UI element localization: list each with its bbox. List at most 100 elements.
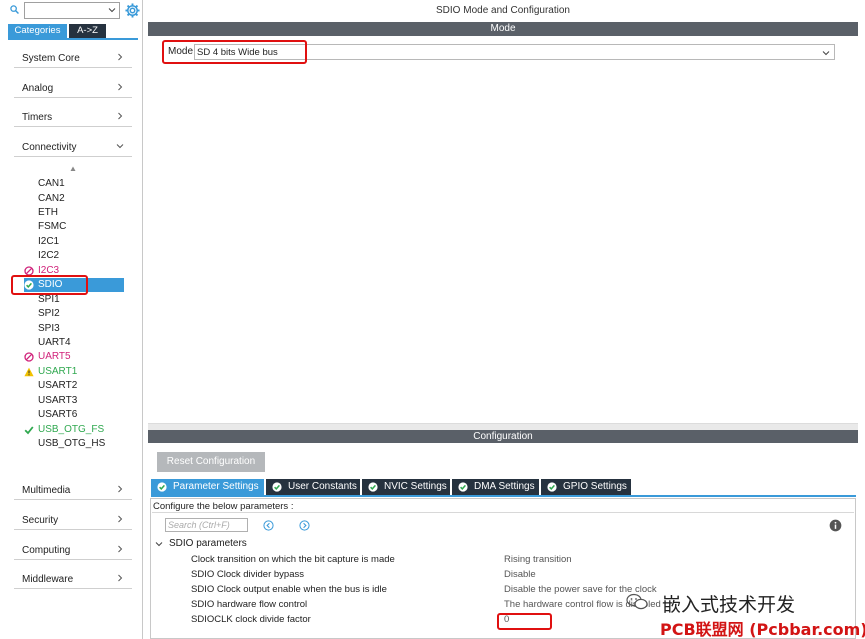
tab-label: NVIC Settings	[384, 481, 447, 492]
highlight-sdio	[11, 275, 88, 295]
highlight-divide-factor	[497, 613, 552, 630]
peripheral-label: USB_OTG_HS	[38, 438, 106, 449]
peripheral-label: CAN2	[38, 193, 65, 204]
config-hint: Configure the below parameters :	[152, 500, 854, 513]
page-title: SDIO Mode and Configuration	[148, 0, 858, 22]
chevron-right-icon	[118, 545, 123, 553]
category-label: Computing	[22, 545, 71, 556]
peripheral-label: I2C1	[38, 236, 60, 247]
previous-icon[interactable]	[263, 520, 274, 531]
mode-area: Mode SD 4 bits Wide bus	[148, 36, 858, 424]
watermark: 嵌入式技术开发 PCB联盟网 (Pcbbar.com)	[626, 588, 865, 639]
left-panel: Categories A->Z System Core Analog Timer…	[0, 0, 143, 639]
category-label: Connectivity	[22, 142, 77, 153]
category-label: Timers	[22, 112, 53, 123]
search-icon	[10, 5, 19, 14]
configuration-header: Configuration	[148, 430, 858, 443]
peripheral-label: SPI1	[38, 294, 60, 305]
category-system-core[interactable]: System Core	[14, 48, 132, 68]
tab-label: Parameter Settings	[173, 481, 259, 492]
category-label: Multimedia	[22, 485, 71, 496]
reset-configuration-button[interactable]: Reset Configuration	[157, 452, 265, 472]
mode-header: Mode	[148, 22, 858, 36]
right-panel: SDIO Mode and Configuration Mode Mode SD…	[148, 0, 858, 639]
parameter-name: SDIOCLK clock divide factor	[191, 614, 311, 625]
category-multimedia[interactable]: Multimedia	[14, 480, 132, 500]
tab-user-constants[interactable]: User Constants	[266, 479, 360, 495]
parameter-value[interactable]: Rising transition	[504, 554, 662, 565]
category-label: Analog	[22, 83, 54, 94]
category-middleware[interactable]: Middleware	[14, 569, 132, 589]
peripheral-label: FSMC	[38, 221, 67, 232]
tab-underline	[151, 495, 856, 497]
chevron-right-icon	[118, 53, 123, 61]
parameter-name: SDIO Clock divider bypass	[191, 569, 304, 580]
category-connectivity[interactable]: Connectivity	[14, 137, 132, 157]
tab-nvic-settings[interactable]: NVIC Settings	[362, 479, 450, 495]
watermark-line1: 嵌入式技术开发	[662, 594, 796, 616]
category-label: Middleware	[22, 574, 74, 585]
app-window: Categories A->Z System Core Analog Timer…	[0, 0, 865, 639]
check-circle-icon	[458, 482, 468, 492]
chevron-down-icon[interactable]	[822, 49, 830, 57]
tab-a-to-z[interactable]: A->Z	[69, 24, 106, 38]
peripheral-label: USART2	[38, 380, 78, 391]
chevron-right-icon	[118, 574, 123, 582]
search-placeholder: Search (Ctrl+F)	[168, 520, 230, 530]
tab-label: GPIO Settings	[563, 481, 627, 492]
chevron-down-icon	[116, 144, 124, 149]
peripheral-label: UART4	[38, 337, 71, 348]
tab-label: User Constants	[288, 481, 357, 492]
category-label: System Core	[22, 53, 80, 64]
category-label: Security	[22, 515, 59, 526]
chevron-down-icon[interactable]	[108, 6, 116, 14]
peripheral-label: SPI2	[38, 308, 60, 319]
category-timers[interactable]: Timers	[14, 107, 132, 127]
chevron-right-icon	[118, 485, 123, 493]
highlight-mode	[162, 40, 307, 64]
chevron-down-icon[interactable]	[155, 540, 163, 548]
check-circle-icon	[272, 482, 282, 492]
peripheral-label: I2C2	[38, 250, 60, 261]
tab-gpio-settings[interactable]: GPIO Settings	[541, 479, 631, 495]
table-row[interactable]: Clock transition on which the bit captur…	[151, 554, 855, 569]
chevron-right-icon	[118, 515, 123, 523]
tab-dma-settings[interactable]: DMA Settings	[452, 479, 539, 495]
chat-icon	[626, 593, 648, 610]
tab-parameter-settings[interactable]: Parameter Settings	[151, 479, 264, 495]
tab-categories[interactable]: Categories	[8, 24, 67, 38]
peripheral-label: USART3	[38, 395, 78, 406]
gear-icon[interactable]	[125, 3, 140, 18]
table-row[interactable]: SDIO Clock divider bypass Disable	[151, 569, 855, 584]
category-analog[interactable]: Analog	[14, 78, 132, 98]
warning-icon	[24, 367, 34, 377]
tab-label: DMA Settings	[474, 481, 535, 492]
check-circle-icon	[547, 482, 557, 492]
tab-underline	[8, 38, 138, 40]
scroll-up-icon[interactable]	[70, 166, 76, 172]
search-input[interactable]	[24, 2, 120, 19]
category-security[interactable]: Security	[14, 510, 132, 530]
parameter-name: SDIO hardware flow control	[191, 599, 308, 610]
parameter-value[interactable]: Disable	[504, 569, 662, 580]
parameter-name: Clock transition on which the bit captur…	[191, 554, 395, 565]
check-circle-icon	[157, 482, 167, 492]
chevron-right-icon	[118, 83, 123, 91]
peripheral-label: CAN1	[38, 178, 65, 189]
check-circle-icon	[368, 482, 378, 492]
check-icon	[24, 426, 34, 435]
peripheral-label: USART1	[38, 366, 78, 377]
group-label: SDIO parameters	[169, 538, 247, 549]
chevron-right-icon	[118, 112, 123, 120]
category-computing[interactable]: Computing	[14, 540, 132, 560]
peripheral-label: USB_OTG_FS	[38, 424, 105, 435]
peripheral-label: USART6	[38, 409, 78, 420]
parameter-search-input[interactable]: Search (Ctrl+F)	[165, 518, 248, 532]
peripheral-label: ETH	[38, 207, 58, 218]
watermark-line2: PCB联盟网 (Pcbbar.com)	[660, 620, 865, 639]
peripheral-label: UART5	[38, 351, 71, 362]
parameter-name: SDIO Clock output enable when the bus is…	[191, 584, 387, 595]
disabled-icon	[24, 352, 34, 362]
info-icon[interactable]	[829, 519, 842, 532]
next-icon[interactable]	[299, 520, 310, 531]
